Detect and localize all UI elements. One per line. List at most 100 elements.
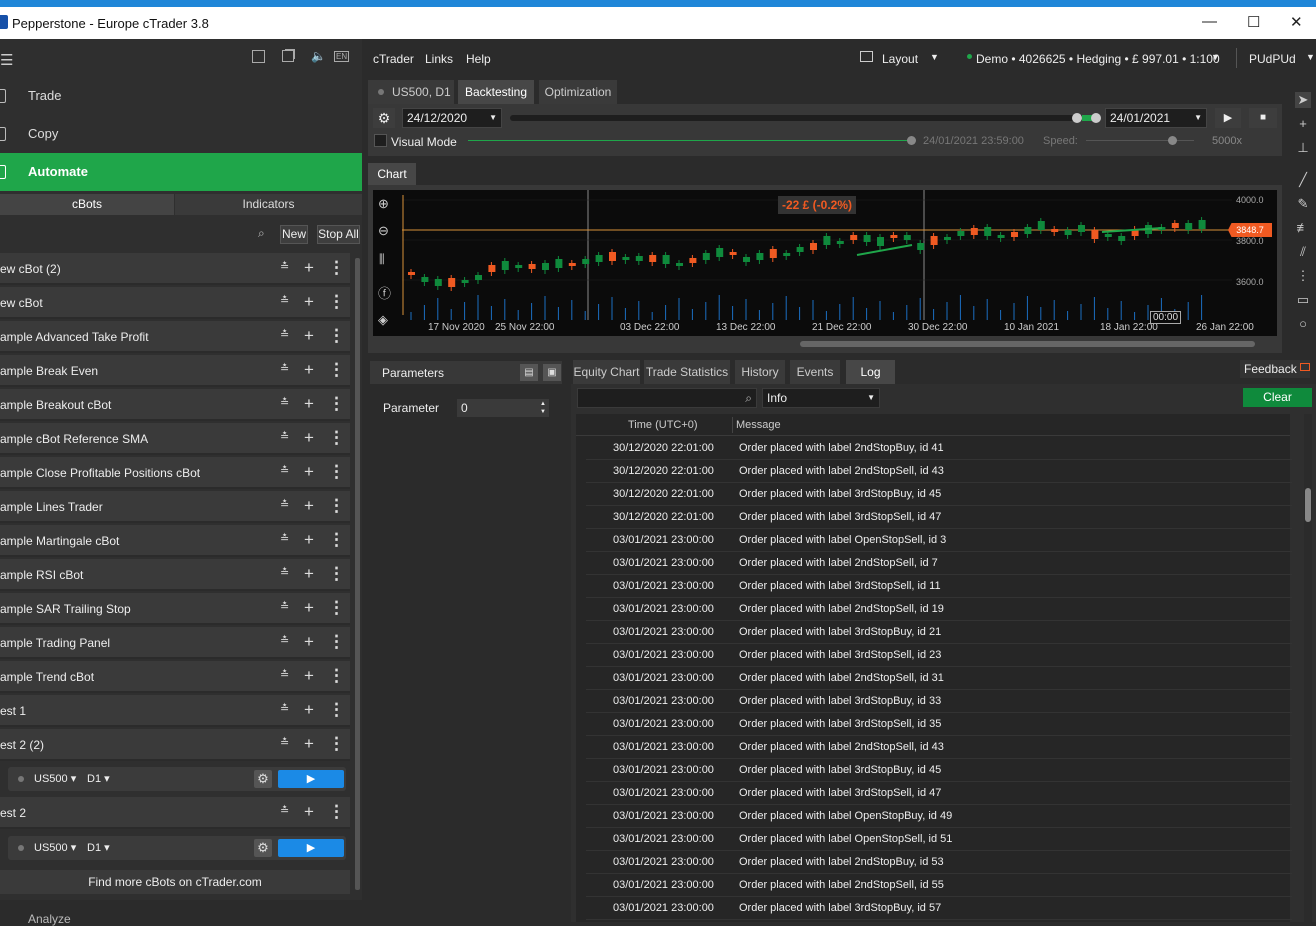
fibonacci-icon[interactable]: ≢	[1295, 220, 1311, 235]
plus-icon[interactable]: +	[304, 326, 314, 346]
menu-ctrader[interactable]: cTrader	[373, 52, 414, 66]
cbot-row[interactable]: ample Advanced Take Profit ≛ + ⋮	[0, 321, 350, 353]
cbot-row[interactable]: ample Martingale cBot ≛ + ⋮	[0, 525, 350, 557]
add-instance-icon[interactable]: ≛	[280, 634, 289, 647]
plus-icon[interactable]: +	[304, 394, 314, 414]
cbot-row[interactable]: ample cBot Reference SMA ≛ + ⋮	[0, 423, 350, 455]
tab-optimization[interactable]: Optimization	[539, 80, 617, 104]
instance-settings-icon[interactable]: ⚙	[254, 839, 272, 857]
add-instance-icon[interactable]: ≛	[280, 600, 289, 613]
add-instance-icon[interactable]: ≛	[280, 736, 289, 749]
period-start-handle[interactable]	[1072, 113, 1082, 123]
rectangle-icon[interactable]: ▭	[1295, 292, 1311, 308]
circle-icon[interactable]: ○	[1295, 316, 1311, 331]
bottom-tab-equity-chart[interactable]: Equity Chart	[573, 360, 640, 384]
cbot-row[interactable]: est 2 (2) ≛ + ⋮	[0, 729, 350, 761]
more-options-icon[interactable]: ⋮	[328, 292, 345, 312]
add-instance-icon[interactable]: ≛	[280, 498, 289, 511]
cbot-instance[interactable]: US500 ▾ D1 ▾ ⚙ ▶	[0, 831, 350, 865]
run-instance-button[interactable]: ▶	[278, 770, 344, 788]
cbot-row[interactable]: ew cBot ≛ + ⋮	[0, 287, 350, 319]
clear-log-button[interactable]: Clear	[1243, 388, 1312, 407]
sound-icon[interactable]: 🔈	[311, 49, 326, 63]
plus-icon[interactable]: +	[304, 734, 314, 754]
more-options-icon[interactable]: ⋮	[328, 802, 345, 822]
cbot-row[interactable]: ample Trend cBot ≛ + ⋮	[0, 661, 350, 693]
nav-copy[interactable]: Copy	[0, 115, 362, 153]
maximize-button[interactable]: ☐	[1247, 13, 1260, 31]
log-scrollbar-thumb[interactable]	[1305, 488, 1311, 522]
log-row[interactable]: 03/01/2021 23:00:00 Order placed with lab…	[586, 529, 1292, 552]
bottom-tab-trade-statistics[interactable]: Trade Statistics	[644, 360, 730, 384]
save-icon[interactable]: ▣	[543, 364, 561, 381]
menu-links[interactable]: Links	[425, 52, 453, 66]
zoom-in-icon[interactable]: ⊕	[378, 196, 389, 212]
cbot-search-input[interactable]: ⌕	[0, 223, 276, 245]
more-options-icon[interactable]: ⋮	[328, 394, 345, 414]
instance-symbol[interactable]: US500 ▾	[34, 841, 76, 854]
col-time-header[interactable]: Time (UTC+0)	[628, 419, 698, 431]
tab-chart[interactable]: Chart	[368, 163, 416, 185]
log-row[interactable]: 03/01/2021 23:00:00 Order placed with lab…	[586, 552, 1292, 575]
close-button[interactable]: ✕	[1290, 13, 1303, 31]
account-info[interactable]: Demo • 4026625 • Hedging • £ 997.01 • 1:…	[976, 52, 1220, 66]
more-options-icon[interactable]: ⋮	[328, 326, 345, 346]
log-row[interactable]: 30/12/2020 22:01:00 Order placed with lab…	[586, 506, 1292, 529]
more-options-icon[interactable]: ⋮	[328, 462, 345, 482]
plus-icon[interactable]: +	[304, 632, 314, 652]
log-row[interactable]: 30/12/2020 22:01:00 Order placed with lab…	[586, 460, 1292, 483]
cbot-row[interactable]: ample Trading Panel ≛ + ⋮	[0, 627, 350, 659]
zoom-out-icon[interactable]: ⊖	[378, 223, 389, 239]
log-row[interactable]: 03/01/2021 23:00:00 Order placed with lab…	[586, 736, 1292, 759]
bottom-tab-events[interactable]: Events	[790, 360, 840, 384]
user-menu[interactable]: PUdPUd	[1249, 52, 1296, 66]
log-row[interactable]: 03/01/2021 23:00:00 Order placed with lab…	[586, 828, 1292, 851]
log-row[interactable]: 03/01/2021 23:00:00 Order placed with lab…	[586, 805, 1292, 828]
instance-timeframe[interactable]: D1 ▾	[87, 841, 110, 854]
add-instance-icon[interactable]: ≛	[280, 464, 289, 477]
stop-button[interactable]: ■	[1249, 108, 1277, 128]
plus-icon[interactable]: +	[304, 292, 314, 312]
language-icon[interactable]: EN	[334, 51, 350, 62]
fullscreen-icon[interactable]	[252, 50, 265, 63]
log-row[interactable]: 03/01/2021 23:00:00 Order placed with lab…	[586, 851, 1292, 874]
nav-analyze[interactable]: Analyze	[0, 900, 362, 926]
cbot-row[interactable]: est 2 ≛ + ⋮	[0, 797, 350, 829]
windows-icon[interactable]	[282, 50, 294, 62]
cbot-instance[interactable]: US500 ▾ D1 ▾ ⚙ ▶	[0, 762, 350, 796]
stepper-icon[interactable]: ▲ ▼	[540, 400, 546, 416]
cbot-row[interactable]: ew cBot (2) ≛ + ⋮	[0, 253, 350, 285]
chart-hscroll[interactable]	[380, 341, 1276, 347]
cbot-row[interactable]: ample Close Profitable Positions cBot ≛ + ⋮	[0, 457, 350, 489]
cbot-row[interactable]: ample Lines Trader ≛ + ⋮	[0, 491, 350, 523]
channel-icon[interactable]: ⫽	[1295, 244, 1311, 260]
speed-slider[interactable]	[1086, 136, 1194, 145]
more-options-icon[interactable]: ⋮	[328, 428, 345, 448]
visual-mode-checkbox[interactable]	[374, 134, 387, 147]
log-row[interactable]: 03/01/2021 23:00:00 Order placed with lab…	[586, 644, 1292, 667]
instance-settings-icon[interactable]: ⚙	[254, 770, 272, 788]
plus-icon[interactable]: +	[304, 700, 314, 720]
add-instance-icon[interactable]: ≛	[280, 430, 289, 443]
find-more-cbots-link[interactable]: Find more cBots on cTrader.com	[0, 870, 350, 894]
visual-progress-handle[interactable]	[907, 136, 916, 145]
plus-icon[interactable]: +	[304, 530, 314, 550]
sidebar-scrollbar[interactable]	[355, 258, 360, 890]
cbot-row[interactable]: ample Breakout cBot ≛ + ⋮	[0, 389, 350, 421]
end-date-field[interactable]: 24/01/2021 ▼	[1105, 108, 1207, 128]
menu-help[interactable]: Help	[466, 52, 491, 66]
plus-icon[interactable]: +	[304, 360, 314, 380]
log-row[interactable]: 03/01/2021 23:00:00 Order placed with lab…	[586, 621, 1292, 644]
add-instance-icon[interactable]: ≛	[280, 804, 289, 817]
add-instance-icon[interactable]: ≛	[280, 566, 289, 579]
cbot-row[interactable]: ample SAR Trailing Stop ≛ + ⋮	[0, 593, 350, 625]
log-search-input[interactable]: ⌕	[577, 388, 757, 408]
cbot-row[interactable]: est 1 ≛ + ⋮	[0, 695, 350, 727]
parameter-input[interactable]: 0 ▲ ▼	[456, 398, 550, 418]
add-instance-icon[interactable]: ≛	[280, 702, 289, 715]
log-row[interactable]: 03/01/2021 23:00:00 Order placed with lab…	[586, 598, 1292, 621]
grid-icon[interactable]: ⋮	[1295, 268, 1311, 284]
feedback-button[interactable]: Feedback	[1240, 360, 1310, 378]
add-instance-icon[interactable]: ≛	[280, 668, 289, 681]
run-instance-button[interactable]: ▶	[278, 839, 344, 857]
